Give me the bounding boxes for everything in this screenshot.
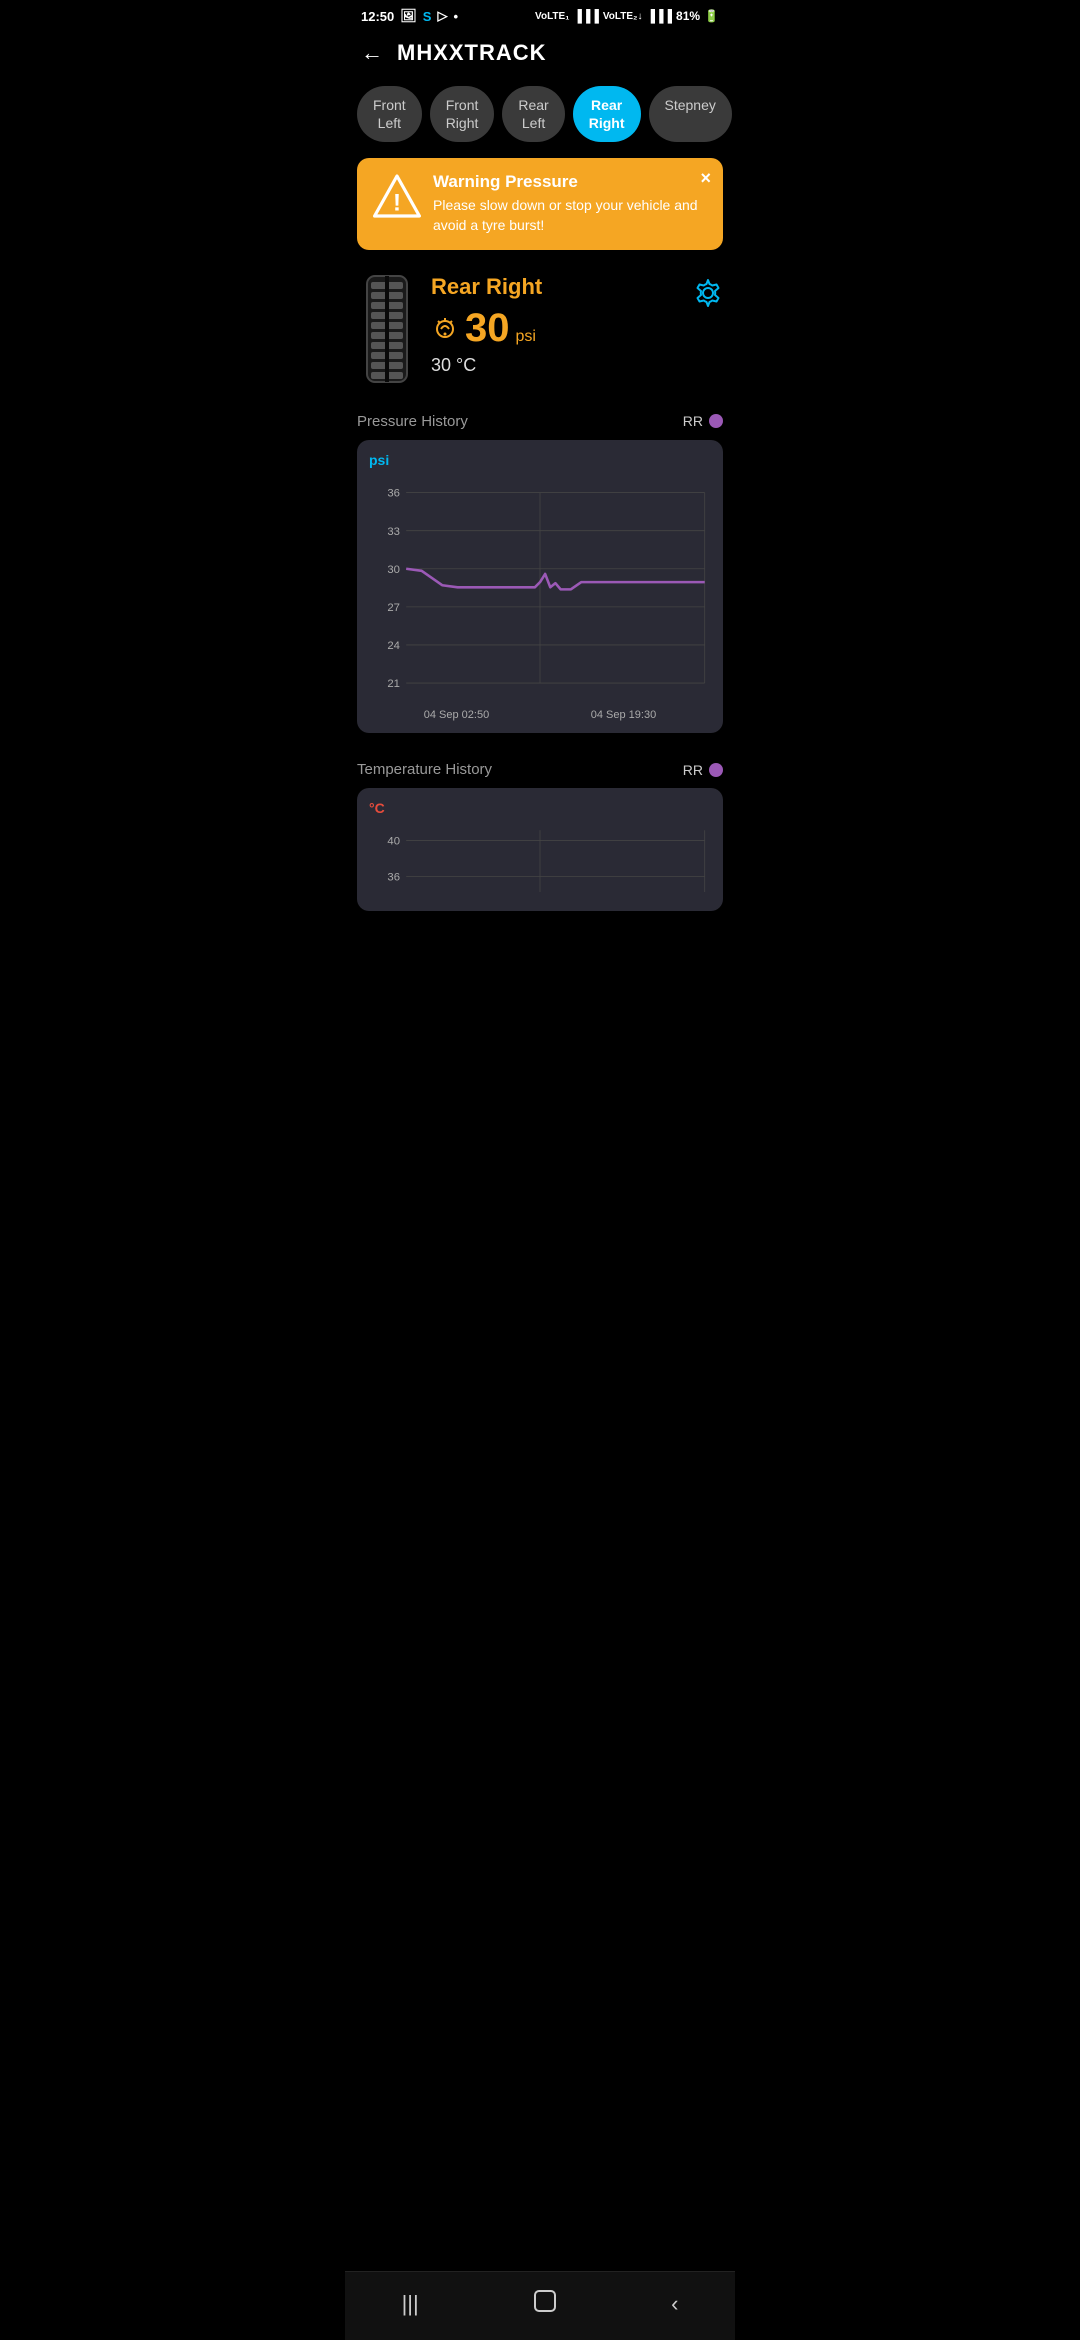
tab-rear-right[interactable]: RearRight: [573, 86, 641, 142]
pressure-unit: psi: [516, 328, 536, 346]
status-bar: 12:50 🖼 S ▷ • VoLTE₁ ▐▐▐ VoLTE₂↓ ▐▐▐ 81%…: [345, 0, 735, 28]
temp-history-title: Temperature History: [357, 761, 492, 778]
temp-legend: RR: [683, 762, 723, 778]
s-icon: S: [423, 9, 432, 24]
bottom-nav: ||| ‹: [345, 2271, 735, 2340]
tyre-pressure: 30 psi: [431, 306, 679, 351]
settings-button-wrap: [693, 274, 723, 315]
svg-text:!: !: [393, 190, 401, 217]
temp-legend-dot: [709, 763, 723, 777]
tyre-name: Rear Right: [431, 274, 679, 300]
svg-text:33: 33: [387, 525, 400, 537]
temp-legend-label: RR: [683, 762, 703, 778]
warning-close-button[interactable]: ×: [700, 168, 711, 189]
pressure-legend-dot: [709, 414, 723, 428]
warning-title: Warning Pressure: [433, 172, 707, 192]
signal-bar1: ▐▐▐: [573, 9, 599, 23]
temp-chart: °C 40 36: [357, 788, 723, 911]
time: 12:50: [361, 9, 394, 24]
signal-lte2: VoLTE₂↓: [603, 11, 643, 22]
warning-text: Warning Pressure Please slow down or sto…: [433, 172, 707, 235]
time-label-1: 04 Sep 02:50: [424, 709, 489, 721]
home-button[interactable]: [512, 2284, 578, 2324]
gallery-icon: 🖼: [400, 8, 417, 24]
dot-icon: •: [453, 9, 458, 24]
tab-front-left[interactable]: FrontLeft: [357, 86, 422, 142]
pressure-history-title: Pressure History: [357, 413, 468, 430]
warning-banner: ! Warning Pressure Please slow down or s…: [357, 158, 723, 249]
pressure-history-header: Pressure History RR: [345, 405, 735, 440]
gear-icon[interactable]: [693, 284, 723, 314]
pressure-sensor-icon: [431, 313, 459, 347]
pressure-value: 30: [465, 306, 510, 351]
warning-body: Please slow down or stop your vehicle an…: [433, 196, 707, 235]
tyre-temperature: 30 °C: [431, 355, 679, 376]
play-icon: ▷: [437, 8, 447, 24]
svg-text:27: 27: [387, 602, 400, 614]
tab-bar: FrontLeft FrontRight RearLeft RearRight …: [345, 82, 735, 158]
svg-text:30: 30: [387, 563, 400, 575]
svg-text:36: 36: [387, 872, 400, 884]
back-nav-button[interactable]: ‹: [651, 2287, 698, 2321]
battery-pct: 81%: [676, 9, 700, 23]
battery-icon: 🔋: [704, 9, 719, 23]
temp-history-header: Temperature History RR: [345, 753, 735, 788]
tab-front-right[interactable]: FrontRight: [430, 86, 495, 142]
tyre-details: Rear Right 30 psi 30 °C: [431, 274, 679, 376]
svg-text:21: 21: [387, 678, 400, 690]
temp-chart-svg: 40 36: [365, 820, 715, 902]
pressure-chart: psi 36 33 30 27 24 21: [357, 440, 723, 733]
pressure-chart-svg-wrap: 36 33 30 27 24 21: [365, 472, 715, 703]
page-title: MHXXTRACK: [397, 40, 547, 66]
time-label-2: 04 Sep 19:30: [591, 709, 656, 721]
tyre-info-section: Rear Right 30 psi 30 °C: [345, 266, 735, 405]
tyre-image: [357, 274, 417, 389]
temp-chart-y-label: °C: [365, 800, 715, 816]
status-right: VoLTE₁ ▐▐▐ VoLTE₂↓ ▐▐▐ 81% 🔋: [535, 9, 719, 23]
svg-text:24: 24: [387, 640, 400, 652]
pressure-chart-svg: 36 33 30 27 24 21: [365, 472, 715, 698]
svg-text:36: 36: [387, 487, 400, 499]
tab-stepney[interactable]: Stepney: [649, 86, 732, 142]
tab-rear-left[interactable]: RearLeft: [502, 86, 564, 142]
svg-text:40: 40: [387, 836, 400, 848]
pressure-legend-label: RR: [683, 413, 703, 429]
back-button[interactable]: ←: [361, 40, 383, 66]
header: ← MHXXTRACK: [345, 28, 735, 82]
status-left: 12:50 🖼 S ▷ •: [361, 8, 458, 24]
signal-lte1: VoLTE₁: [535, 11, 569, 22]
pressure-legend: RR: [683, 413, 723, 429]
pressure-chart-y-label: psi: [365, 452, 715, 468]
menu-button[interactable]: |||: [382, 2287, 439, 2321]
pressure-chart-time-labels: 04 Sep 02:50 04 Sep 19:30: [365, 703, 715, 721]
warning-triangle-icon: !: [373, 172, 421, 220]
signal-bar2: ▐▐▐: [647, 9, 673, 23]
